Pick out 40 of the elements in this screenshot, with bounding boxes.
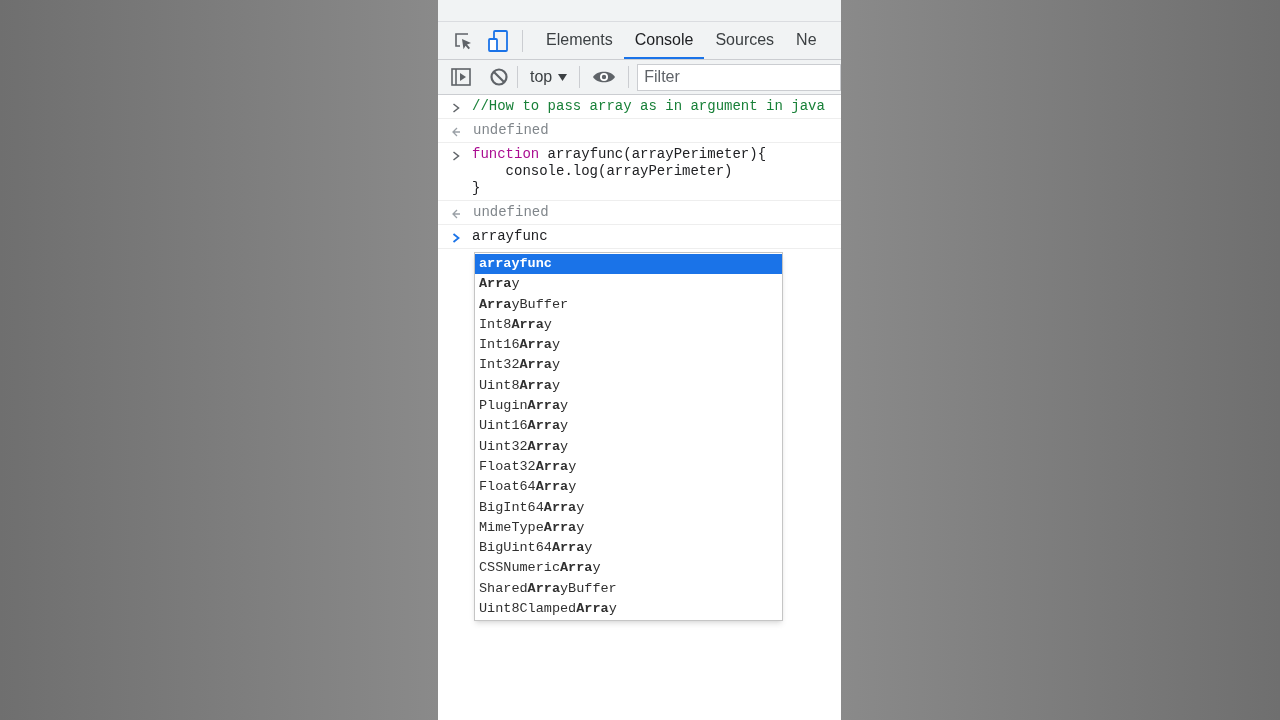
code-line: console.log(arrayPerimeter) <box>504 163 734 180</box>
panel-tab[interactable]: Sources <box>704 22 786 59</box>
result-arrow-icon <box>452 209 461 219</box>
suggestion-item[interactable]: Array <box>475 274 782 295</box>
eye-icon[interactable] <box>592 69 617 85</box>
prompt-chevron-icon <box>452 233 460 243</box>
code-line: function arrayfunc(arrayPerimeter){ <box>472 146 767 163</box>
code-line: //How to pass array as in argument in java <box>472 98 825 115</box>
caret-icon <box>558 73 568 81</box>
result-text: undefined <box>473 122 549 139</box>
suggestion-item[interactable]: MimeTypeArray <box>475 517 782 539</box>
input-chevron-icon <box>452 103 460 113</box>
suggestion-item[interactable]: CSSNumericArray <box>475 558 782 579</box>
suggestion-item[interactable]: Float64Array <box>475 477 782 498</box>
result-text: undefined <box>473 204 549 221</box>
suggestion-item[interactable]: Uint32Array <box>475 436 782 457</box>
device-toolbar-icon[interactable] <box>486 28 510 53</box>
suggestion-item[interactable]: Uint16Array <box>475 416 782 437</box>
suggestion-item[interactable]: arrayfunc <box>475 254 782 275</box>
suggestion-item[interactable]: Int32Array <box>475 355 782 376</box>
suggestion-item[interactable]: SharedArrayBuffer <box>475 578 782 600</box>
result-arrow-icon <box>452 127 461 137</box>
input-chevron-icon <box>452 151 460 161</box>
code-line: } <box>472 180 482 197</box>
suggestion-item[interactable]: BigUint64Array <box>475 538 782 559</box>
code-line: arrayfunc <box>472 228 548 245</box>
sidebar-toggle-icon[interactable] <box>450 67 472 87</box>
clear-console-icon[interactable] <box>489 67 509 87</box>
filter-field[interactable]: Filter <box>637 63 841 91</box>
panel-tab[interactable]: Elements <box>535 22 624 59</box>
suggestion-item[interactable]: ArrayBuffer <box>475 294 782 315</box>
panel-tab[interactable]: Ne <box>785 22 828 59</box>
suggestion-item[interactable]: Float32Array <box>475 456 782 478</box>
suggestion-item[interactable]: BigInt64Array <box>475 497 782 518</box>
suggestion-item[interactable]: Int16Array <box>475 335 782 356</box>
suggestion-item[interactable]: Uint8Array <box>475 375 782 397</box>
context-dropdown[interactable]: top <box>526 65 572 89</box>
suggestion-item[interactable]: Uint8ClampedArray <box>475 599 782 620</box>
suggestion-item[interactable]: PluginArray <box>475 396 782 417</box>
suggestion-item[interactable]: Int8Array <box>475 314 782 336</box>
